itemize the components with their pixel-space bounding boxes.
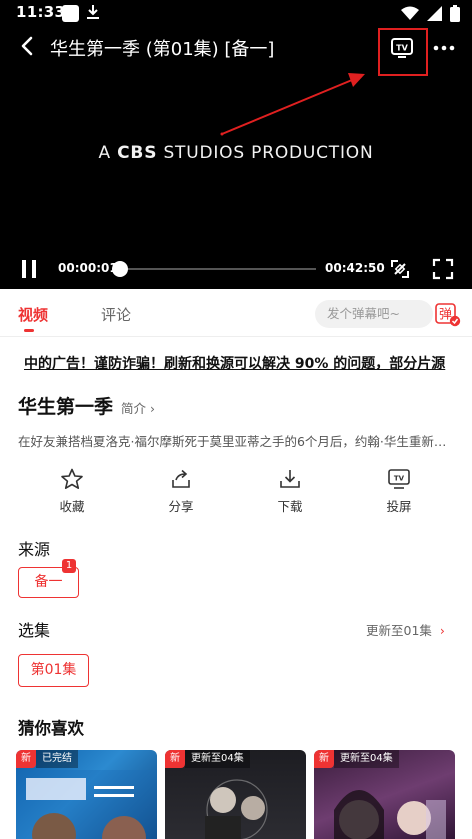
show-synopsis[interactable]: 在好友兼搭档夏洛克·福尔摩斯死于莫里亚蒂之手的6个月后，约翰·华生重新开了一家诊… xyxy=(18,431,454,450)
annotation-highlight-box xyxy=(378,28,428,76)
tab-comment[interactable]: 评论 xyxy=(101,304,131,325)
favorite-button[interactable]: 收藏 xyxy=(37,468,107,515)
action-row: 收藏 分享 下载 TV 投屏 xyxy=(0,468,472,518)
recommend-poster-2[interactable]: 新 更新至04集 xyxy=(165,750,306,839)
player-title: 华生第一季 (第01集) [备一] xyxy=(50,39,275,60)
content-tabs: 视频 评论 发个弹幕吧~ 弹 xyxy=(0,289,472,337)
download-notification-icon xyxy=(87,5,99,19)
danmaku-toggle-icon[interactable]: 弹 xyxy=(435,301,461,327)
share-button[interactable]: 分享 xyxy=(146,468,216,515)
share-label: 分享 xyxy=(168,499,194,514)
production-credit: A CBS STUDIOS PRODUCTION xyxy=(0,143,472,163)
fullscreen-icon[interactable] xyxy=(432,258,454,280)
poster-tag: 新 更新至04集 xyxy=(165,750,250,768)
total-time: 00:42:50 xyxy=(325,261,385,275)
rotate-screen-icon[interactable] xyxy=(389,258,411,280)
poster-status: 更新至04集 xyxy=(185,750,250,768)
cast-label: 投屏 xyxy=(386,499,412,514)
poster-status: 已完结 xyxy=(36,750,78,768)
chevron-right-icon: › xyxy=(439,623,445,638)
signal-icon xyxy=(427,5,442,21)
poster-tag: 新 已完结 xyxy=(16,750,78,768)
production-brand: CBS xyxy=(117,143,158,163)
recommend-title: 猜你喜欢 xyxy=(18,719,84,738)
wifi-icon xyxy=(401,6,419,20)
progress-thumb[interactable] xyxy=(112,261,128,277)
download-label: 下载 xyxy=(277,499,303,514)
danmaku-input[interactable]: 发个弹幕吧~ xyxy=(315,300,433,328)
current-time: 00:00:01 xyxy=(58,261,118,275)
intro-label: 简介 xyxy=(121,401,147,416)
episode-button[interactable]: 第01集 xyxy=(18,654,89,687)
source-title: 来源 xyxy=(18,540,51,559)
tv-icon: TV xyxy=(388,469,410,489)
episodes-update-link[interactable]: 更新至01集 › xyxy=(366,620,445,639)
pause-icon[interactable] xyxy=(18,259,40,279)
download-icon xyxy=(280,470,300,488)
poster-status: 更新至04集 xyxy=(334,750,399,768)
production-prefix: A xyxy=(98,143,111,163)
tab-video[interactable]: 视频 xyxy=(18,304,48,325)
episodes-title: 选集 xyxy=(18,621,51,640)
tab-active-indicator xyxy=(24,329,34,332)
svg-text:TV: TV xyxy=(394,475,405,483)
cast-button[interactable]: TV 投屏 xyxy=(364,468,434,515)
video-player[interactable]: 11:33 华生第一季 (第01集) [备一] TV A CBS STUDIOS… xyxy=(0,0,472,289)
notice-marquee: 中的广告！谨防诈骗！刷新和换源可以解决 90% 的问题，部分片源 xyxy=(18,353,454,375)
status-bar: 11:33 xyxy=(0,0,472,26)
star-icon xyxy=(61,468,83,489)
notification-icon xyxy=(62,5,79,22)
episodes-update-label: 更新至01集 xyxy=(366,623,432,638)
source-count-badge: 1 xyxy=(62,559,76,573)
status-time: 11:33 xyxy=(16,3,66,21)
more-icon[interactable] xyxy=(432,38,456,58)
progress-bar[interactable] xyxy=(120,268,316,270)
show-title: 华生第一季 xyxy=(18,396,114,418)
poster-new-badge: 新 xyxy=(314,750,334,768)
back-icon[interactable] xyxy=(16,34,40,58)
battery-icon xyxy=(450,4,460,22)
production-suffix: STUDIOS PRODUCTION xyxy=(163,143,374,163)
favorite-label: 收藏 xyxy=(59,499,85,514)
download-button[interactable]: 下载 xyxy=(255,468,325,515)
poster-new-badge: 新 xyxy=(165,750,185,768)
recommend-poster-1[interactable]: 新 已完结 xyxy=(16,750,157,839)
poster-tag: 新 更新至04集 xyxy=(314,750,399,768)
intro-link[interactable]: 简介 › xyxy=(121,398,155,417)
recommend-poster-3[interactable]: 新 更新至04集 xyxy=(314,750,455,839)
notice-text: 中的广告！谨防诈骗！刷新和换源可以解决 90% 的问题，部分片源 xyxy=(24,356,446,372)
player-controls: 00:00:01 00:42:50 xyxy=(0,254,472,284)
poster-new-badge: 新 xyxy=(16,750,36,768)
chevron-right-icon: › xyxy=(150,401,155,416)
share-icon xyxy=(172,469,190,488)
